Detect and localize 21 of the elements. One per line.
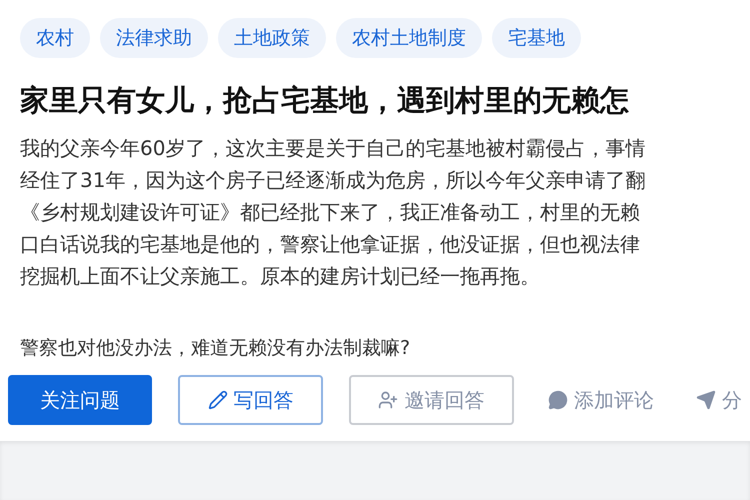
topic-tag[interactable]: 农村土地制度 xyxy=(336,18,482,58)
action-button[interactable]: 邀请回答 xyxy=(348,375,514,425)
pencil-icon xyxy=(208,390,228,410)
question-text-line: 警察也对他没办法，难道无赖没有办法制裁嘛? xyxy=(19,336,410,361)
comment-icon xyxy=(548,390,568,410)
action-button[interactable]: 写回答 xyxy=(178,375,323,425)
question-title: 家里只有女儿，抢占宅基地，遇到村里的无赖怎 xyxy=(19,82,630,119)
person-icon xyxy=(378,390,398,410)
topic-tag[interactable]: 农村 xyxy=(20,18,90,58)
question-text-line: 口白话说我的宅基地是他的，警察让他拿证据，他没证据，但也视法律 xyxy=(20,231,640,258)
question-text-line: 挖掘机上面不让父亲施工。原本的建房计划已经一拖再拖。 xyxy=(20,263,540,290)
question-text-line: 经住了31年，因为这个房子已经逐渐成为危房，所以今年父亲申请了翻 xyxy=(20,167,646,194)
topic-tag[interactable]: 土地政策 xyxy=(218,18,326,58)
action-button[interactable]: 添加评论 xyxy=(540,375,662,425)
send-icon xyxy=(696,390,716,410)
action-button[interactable]: 分 xyxy=(688,375,750,425)
action-button[interactable]: 关注问题 xyxy=(8,375,152,425)
topic-tag[interactable]: 法律求助 xyxy=(100,18,208,58)
topic-tag[interactable]: 宅基地 xyxy=(492,18,581,58)
question-text-line: 《乡村规划建设许可证》都已经批下来了，我正准备动工，村里的无赖 xyxy=(20,199,640,226)
question-text-line: 我的父亲今年60岁了，这次主要是关于自己的宅基地被村霸侵占，事情 xyxy=(20,135,646,162)
